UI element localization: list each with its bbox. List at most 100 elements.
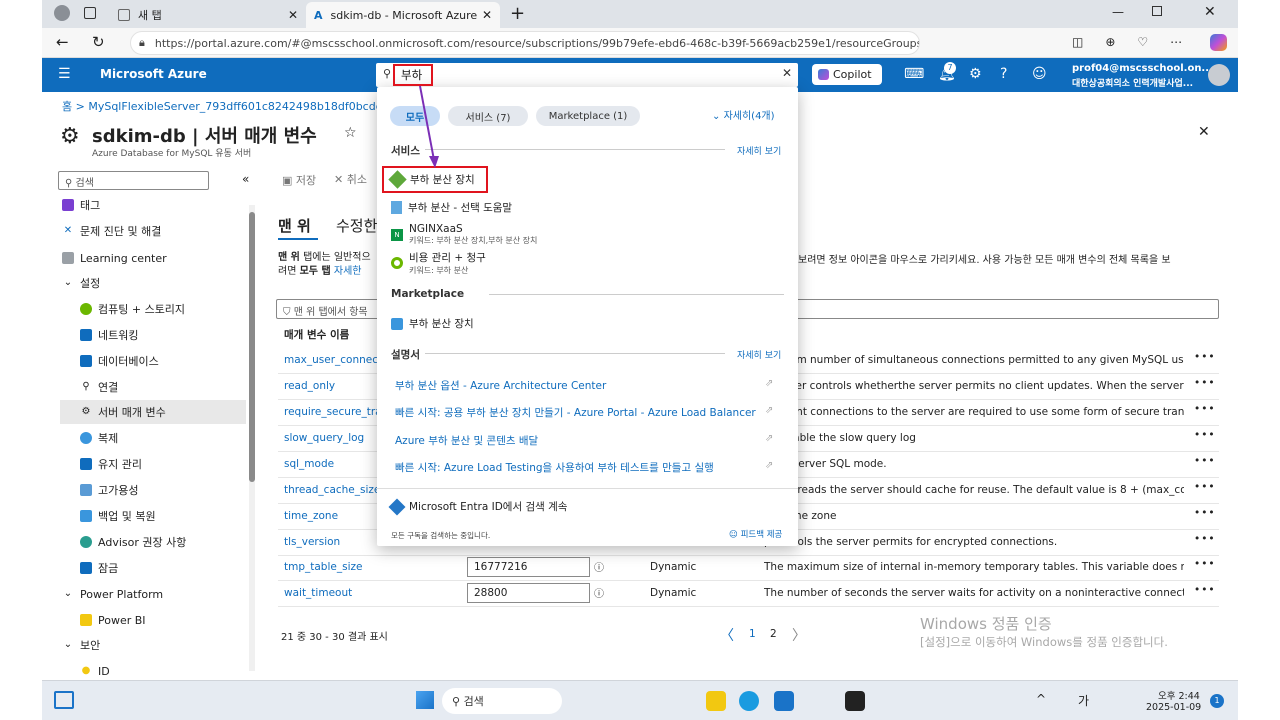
- toolbar-icons[interactable]: ◫⊕♡⋯: [1072, 35, 1204, 49]
- save-button[interactable]: ▣ 저장: [282, 172, 316, 188]
- url-input[interactable]: 🔒︎ https://portal.azure.com/#@mscsschool…: [130, 31, 920, 55]
- param-name[interactable]: thread_cache_size: [284, 484, 380, 496]
- notification-badge[interactable]: 1: [1210, 694, 1224, 708]
- more-actions-icon[interactable]: •••: [1194, 403, 1216, 415]
- prev-page-icon[interactable]: 〈: [720, 625, 734, 645]
- param-name[interactable]: sql_mode: [284, 458, 334, 470]
- service-nginxaas[interactable]: N NGINXaaS 키워드: 부하 분산 장치,부하 분산 장치: [391, 223, 537, 246]
- nav-group-power-platform[interactable]: ⌄ Power Platform: [62, 583, 163, 605]
- clock-date[interactable]: 2025-01-09: [1146, 702, 1201, 713]
- param-value-input[interactable]: 28800: [467, 583, 590, 603]
- menu-icon[interactable]: ☰: [58, 66, 71, 82]
- ime-indicator[interactable]: 가: [1078, 692, 1089, 709]
- docs-more-link[interactable]: 자세히 보기: [737, 348, 781, 361]
- doc-link-1[interactable]: 부하 분산 옵션 - Azure Architecture Center: [395, 378, 606, 393]
- param-value-input[interactable]: 16777216: [467, 557, 590, 577]
- close-window-button[interactable]: ✕: [1204, 4, 1216, 20]
- column-header-name[interactable]: 매개 변수 이름: [284, 327, 349, 342]
- param-name[interactable]: slow_query_log: [284, 432, 364, 444]
- terminal-icon[interactable]: [845, 691, 865, 711]
- favorite-star-icon[interactable]: ☆: [344, 125, 357, 141]
- tab-top[interactable]: 맨 위: [278, 215, 311, 236]
- marketplace-load-balancer[interactable]: 부하 분산 장치: [391, 316, 474, 331]
- edge-icon[interactable]: [739, 691, 759, 711]
- restore-button[interactable]: [1152, 6, 1162, 16]
- minimize-button[interactable]: —: [1112, 5, 1124, 19]
- param-name[interactable]: tmp_table_size: [284, 561, 362, 573]
- tab-new-tab[interactable]: 새 탭 ✕: [110, 2, 306, 28]
- brand[interactable]: Microsoft Azure: [100, 67, 207, 81]
- more-actions-icon[interactable]: •••: [1194, 533, 1216, 545]
- refresh-icon[interactable]: ↻: [92, 33, 105, 51]
- nav-item-database[interactable]: 데이터베이스: [80, 350, 159, 372]
- nav-item-advisor[interactable]: Advisor 권장 사항: [80, 531, 186, 553]
- info-icon[interactable]: ⓘ: [594, 585, 604, 600]
- close-icon[interactable]: ✕: [482, 8, 492, 22]
- more-actions-icon[interactable]: •••: [1194, 507, 1216, 519]
- profile-icon[interactable]: [54, 5, 70, 21]
- param-name[interactable]: max_user_connectio: [284, 354, 391, 366]
- back-icon[interactable]: ←: [56, 33, 69, 51]
- nav-item-ha[interactable]: 고가용성: [80, 479, 138, 501]
- cloud-shell-icon[interactable]: ⌨: [904, 66, 924, 82]
- widgets-icon[interactable]: [54, 691, 74, 709]
- doc-link-3[interactable]: Azure 부하 분산 및 콘텐츠 배달: [395, 433, 538, 448]
- param-name[interactable]: read_only: [284, 380, 335, 392]
- more-actions-icon[interactable]: •••: [1194, 429, 1216, 441]
- next-page-icon[interactable]: 〉: [792, 625, 806, 645]
- nav-item-backup[interactable]: 백업 및 복원: [80, 505, 156, 527]
- copilot-browser-icon[interactable]: [1210, 34, 1227, 51]
- more-actions-icon[interactable]: •••: [1194, 584, 1216, 596]
- nav-item-tags[interactable]: 태그: [62, 194, 100, 216]
- nav-item-maintenance[interactable]: 유지 관리: [80, 453, 142, 475]
- nav-item-learning[interactable]: Learning center: [62, 247, 167, 269]
- doc-link-2[interactable]: 빠른 시작: 공용 부하 분산 장치 만들기 - Azure Portal - …: [395, 405, 756, 420]
- tab-modified[interactable]: 수정한: [336, 215, 377, 236]
- settings-icon[interactable]: ⚙: [969, 66, 982, 82]
- nav-group-settings[interactable]: ⌄ 설정: [62, 272, 100, 294]
- param-name[interactable]: time_zone: [284, 510, 338, 522]
- close-blade-icon[interactable]: ✕: [1198, 124, 1210, 140]
- taskbar-search[interactable]: ⚲ 검색: [442, 688, 562, 714]
- pill-services[interactable]: 서비스 (7): [448, 106, 528, 126]
- nav-scrollbar-thumb[interactable]: [249, 212, 255, 482]
- nav-item-replication[interactable]: 복제: [80, 427, 118, 449]
- cancel-button[interactable]: ✕ 취소: [334, 171, 367, 187]
- nav-item-identity[interactable]: ● ID: [80, 660, 110, 682]
- entra-search-link[interactable]: Microsoft Entra ID에서 검색 계속: [388, 498, 567, 515]
- clock-time[interactable]: 오후 2:44: [1158, 688, 1200, 702]
- help-icon[interactable]: ?: [1000, 66, 1007, 82]
- service-cost-management[interactable]: 비용 관리 + 청구 키워드: 부하 분산: [391, 250, 486, 276]
- more-actions-icon[interactable]: •••: [1194, 377, 1216, 389]
- store-icon[interactable]: [774, 691, 794, 711]
- param-name[interactable]: tls_version: [284, 536, 340, 548]
- copilot-button[interactable]: Copilot: [812, 64, 882, 85]
- feedback-icon[interactable]: ☺: [1032, 66, 1047, 82]
- account-email[interactable]: prof04@mscsschool.on...: [1072, 63, 1213, 74]
- feedback-link[interactable]: ☺ 피드백 제공: [729, 528, 782, 540]
- new-tab-button[interactable]: +: [510, 3, 525, 24]
- nav-item-networking[interactable]: 네트워킹: [80, 324, 138, 346]
- page-1[interactable]: 1: [749, 628, 756, 640]
- clear-search-icon[interactable]: ✕: [782, 66, 792, 80]
- more-actions-icon[interactable]: •••: [1194, 455, 1216, 467]
- start-button[interactable]: [416, 691, 434, 709]
- nav-item-server-params[interactable]: ⚙ 서버 매개 변수: [80, 401, 166, 423]
- info-icon[interactable]: ⓘ: [594, 559, 604, 574]
- more-actions-icon[interactable]: •••: [1194, 351, 1216, 363]
- more-actions-icon[interactable]: •••: [1194, 558, 1216, 570]
- avatar[interactable]: [1208, 64, 1230, 86]
- param-name[interactable]: wait_timeout: [284, 587, 352, 599]
- file-explorer-icon[interactable]: [706, 691, 726, 711]
- doc-link-4[interactable]: 빠른 시작: Azure Load Testing을 사용하여 부하 테스트를 …: [395, 460, 714, 475]
- nav-item-diagnose[interactable]: ✕ 문제 진단 및 해결: [62, 220, 162, 242]
- nav-item-lock[interactable]: 잠금: [80, 557, 118, 579]
- nav-item-powerbi[interactable]: Power BI: [80, 609, 146, 631]
- page-2[interactable]: 2: [770, 628, 777, 640]
- tab-azure[interactable]: A sdkim-db - Microsoft Azure ✕: [306, 2, 500, 28]
- nav-item-connect[interactable]: ⚲ 연결: [80, 376, 118, 398]
- close-icon[interactable]: ✕: [288, 8, 298, 22]
- pill-marketplace[interactable]: Marketplace (1): [536, 106, 640, 126]
- tray-chevron-icon[interactable]: ^: [1036, 692, 1046, 706]
- service-load-balancing-help[interactable]: 부하 분산 - 선택 도움말: [391, 200, 512, 215]
